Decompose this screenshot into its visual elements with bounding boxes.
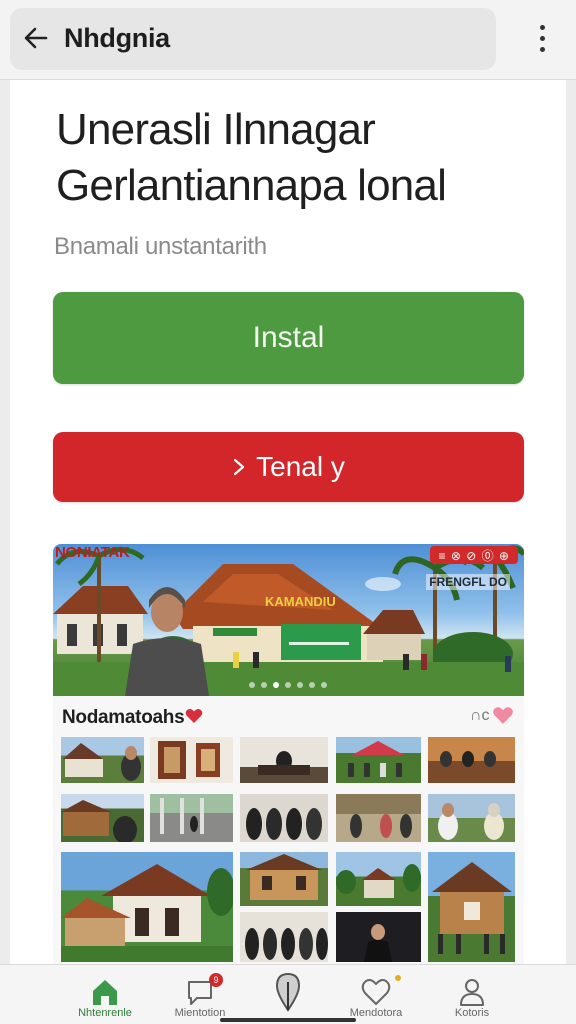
gallery-thumbnail[interactable] bbox=[336, 912, 421, 962]
app-bar: Nhdgnia bbox=[0, 0, 576, 80]
banner-roof-label: KAMANDIU bbox=[265, 594, 336, 609]
nav-item-favorites[interactable]: Mendotora bbox=[326, 965, 426, 1024]
gallery-action-text: ∩c bbox=[470, 706, 490, 724]
carousel-dot[interactable] bbox=[285, 682, 291, 688]
bottom-navigation: Nhtenrenle 9 Mientotion Mendotora Kotori… bbox=[0, 964, 576, 1024]
page-subtitle: Bnamali unstantarith bbox=[54, 233, 267, 260]
arrow-left-icon bbox=[24, 27, 48, 49]
gallery-thumbnail[interactable] bbox=[61, 794, 144, 842]
location-pin-icon bbox=[275, 972, 301, 1012]
gallery-title-text: Nodamatoahs bbox=[62, 707, 185, 728]
secondary-button-label: Tenal y bbox=[256, 451, 345, 482]
carousel-dot[interactable] bbox=[273, 682, 279, 688]
banner-sign: FRENGFL DO bbox=[426, 574, 510, 590]
home-icon bbox=[93, 980, 117, 1005]
favorites-dot bbox=[395, 975, 401, 981]
gallery-thumbnail-large[interactable] bbox=[61, 852, 233, 962]
carousel-indicator[interactable] bbox=[249, 682, 327, 688]
carousel-dot[interactable] bbox=[297, 682, 303, 688]
install-button-label: Instal bbox=[252, 321, 325, 354]
home-indicator[interactable] bbox=[220, 1018, 356, 1022]
gallery-thumbnail[interactable] bbox=[150, 737, 233, 783]
gallery-thumbnail[interactable] bbox=[150, 794, 233, 842]
gallery-thumbnail[interactable] bbox=[240, 794, 328, 842]
gallery-thumbnail[interactable] bbox=[240, 912, 328, 962]
person-icon bbox=[460, 979, 484, 1006]
gallery-favorite-button[interactable]: ∩c bbox=[470, 706, 514, 725]
heart-icon bbox=[186, 709, 203, 723]
gallery-thumbnail[interactable] bbox=[240, 737, 328, 783]
banner-badge: ≡ ⊗ ⊘ ⓪ ⊕ bbox=[430, 546, 518, 564]
carousel-dot[interactable] bbox=[321, 682, 327, 688]
nav-item-profile[interactable]: Kotoris bbox=[422, 965, 522, 1024]
carousel-dot[interactable] bbox=[249, 682, 255, 688]
nav-item-location[interactable] bbox=[238, 965, 338, 1024]
notification-badge: 9 bbox=[209, 973, 223, 987]
banner-carousel[interactable]: NONIATAK ≡ ⊗ ⊘ ⓪ ⊕ FRENGFL DO KAMANDIU bbox=[53, 544, 524, 696]
gallery-thumbnail[interactable] bbox=[61, 737, 144, 783]
gallery-thumbnail[interactable] bbox=[336, 852, 421, 906]
gallery-thumbnail[interactable] bbox=[428, 794, 515, 842]
heart-icon bbox=[361, 979, 391, 1005]
gallery-thumbnail[interactable] bbox=[428, 852, 515, 962]
nav-item-home[interactable]: Nhtenrenle bbox=[55, 965, 155, 1024]
carousel-dot[interactable] bbox=[261, 682, 267, 688]
install-button[interactable]: Instal bbox=[53, 292, 524, 384]
chevron-right-icon bbox=[234, 458, 245, 476]
banner-headline: NONIATAK bbox=[55, 544, 130, 561]
more-vertical-icon bbox=[539, 24, 545, 30]
page-headline: Unerasli Ilnnagar Gerlantiannapa lonal bbox=[56, 105, 447, 210]
gallery-thumbnail[interactable] bbox=[428, 737, 515, 783]
heart-icon bbox=[492, 707, 513, 724]
gallery-thumbnail[interactable] bbox=[336, 794, 421, 842]
gallery-title: Nodamatoahs bbox=[62, 707, 203, 729]
overflow-menu-button[interactable] bbox=[524, 18, 560, 58]
gallery-thumbnail[interactable] bbox=[336, 737, 421, 783]
back-button[interactable] bbox=[18, 20, 54, 56]
gallery-thumbnail[interactable] bbox=[240, 852, 328, 906]
app-title: Nhdgnia bbox=[64, 23, 170, 53]
secondary-action-button[interactable]: Tenal y bbox=[53, 432, 524, 502]
banner-illustration bbox=[53, 545, 524, 696]
nav-item-messages[interactable]: 9 Mientotion bbox=[150, 965, 250, 1024]
carousel-dot[interactable] bbox=[309, 682, 315, 688]
